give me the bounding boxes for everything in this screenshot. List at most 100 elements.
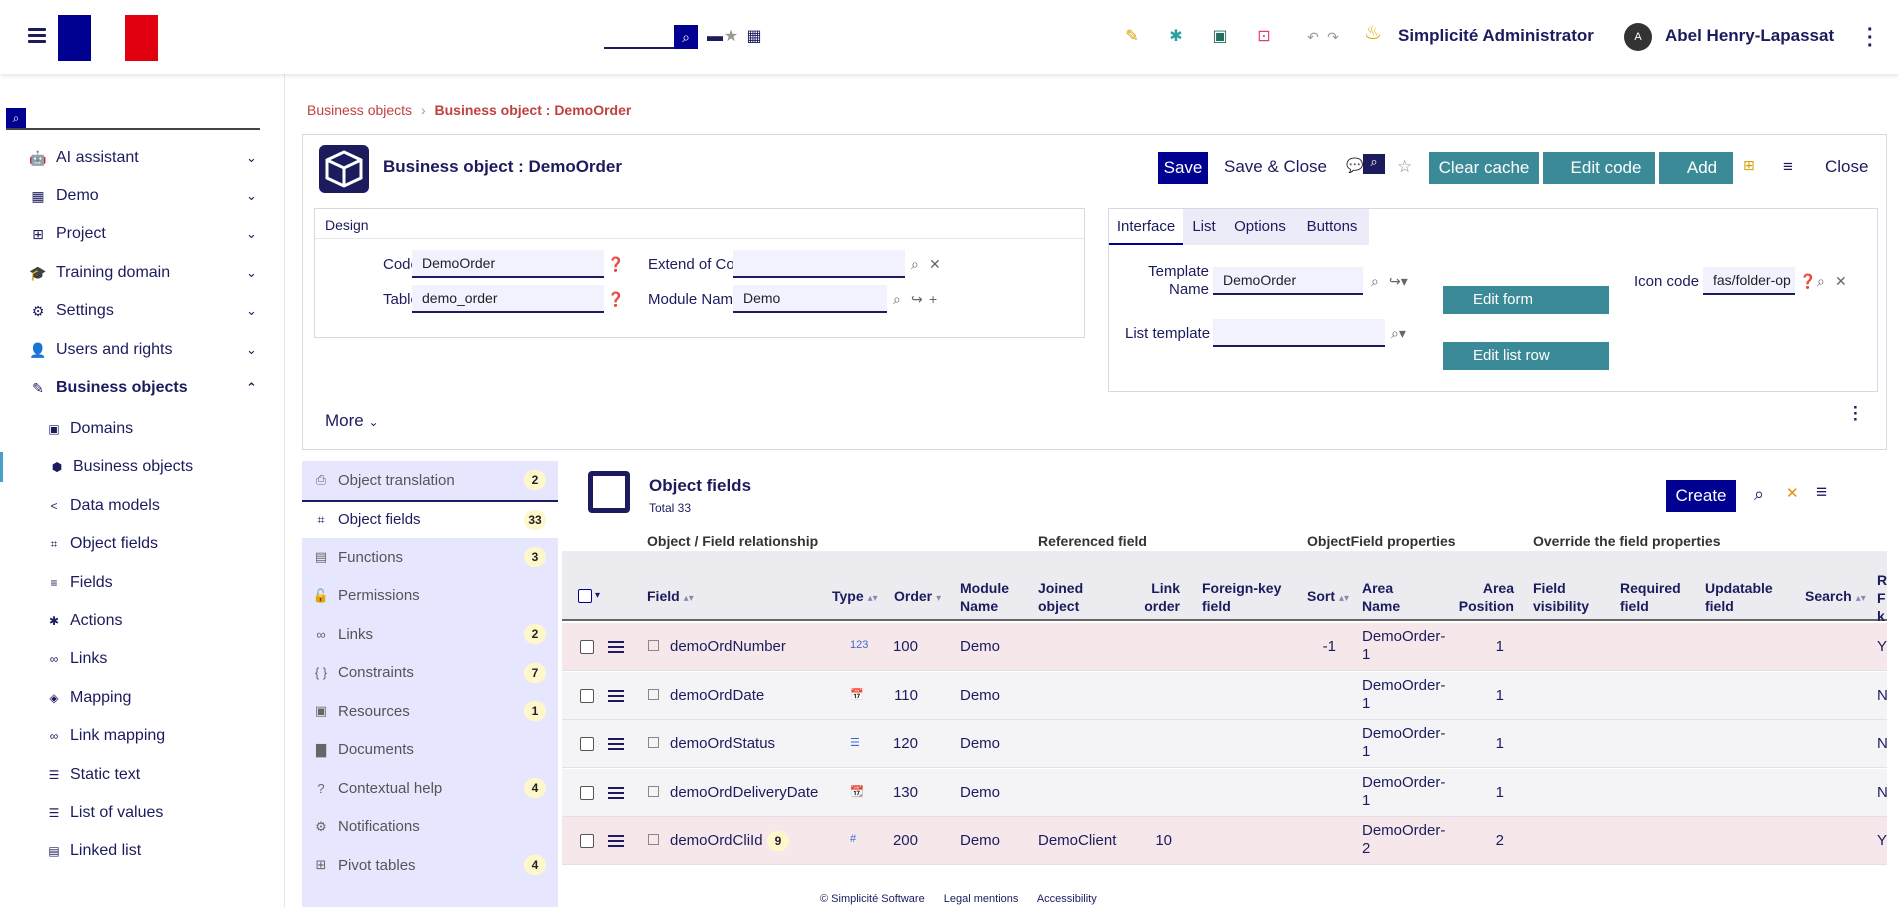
sidebar-item[interactable]: ▦ Demo ⌄ (0, 180, 285, 212)
save-close-button[interactable]: Save & Close (1224, 157, 1327, 177)
more-vertical-icon[interactable]: · · · (1853, 399, 1859, 428)
area-name-value[interactable]: DemoOrder- 1 (1362, 677, 1445, 713)
republic-logo[interactable] (58, 15, 158, 61)
sidebar-item[interactable]: 🤖 AI assistant ⌄ (0, 142, 285, 174)
field-name[interactable]: demoOrdCliId (670, 832, 763, 849)
sidebar-search-input[interactable]: ⌕ (6, 108, 260, 130)
row-menu-icon[interactable] (608, 835, 624, 850)
sidebar-item[interactable]: 👤 Users and rights ⌄ (0, 334, 285, 366)
hamburger-menu-icon[interactable] (28, 28, 46, 44)
search-icon[interactable]: ⌕ (1371, 273, 1379, 290)
sidebar-subitem[interactable]: ⌗ Object fields (0, 529, 285, 559)
col-area-position[interactable]: Area Position (1458, 579, 1514, 615)
breadcrumb-parent[interactable]: Business objects (307, 102, 412, 118)
panel-item[interactable]: ▇ Documents (302, 731, 558, 769)
search-icon[interactable]: ⌕ (1363, 154, 1385, 174)
module-value[interactable]: Demo (960, 638, 1000, 655)
field-name[interactable]: demoOrdStatus (670, 735, 775, 752)
chevron-down-icon[interactable]: ⌄ (246, 188, 257, 204)
col-order[interactable]: Order ▾ (894, 587, 941, 608)
chevron-down-icon[interactable]: ⌄ (246, 303, 257, 319)
panel-item[interactable]: ∞ Links 2 (302, 615, 558, 653)
chevron-up-icon[interactable]: ⌃ (246, 380, 257, 396)
chevron-down-icon[interactable]: ⌄ (246, 150, 257, 166)
share-icon[interactable]: ↪▾ (1389, 273, 1408, 290)
area-name-value[interactable]: DemoOrder- 2 (1362, 822, 1445, 858)
create-button[interactable]: Create (1666, 480, 1736, 512)
extend-field[interactable] (733, 250, 905, 278)
code-field[interactable]: DemoOrder (412, 250, 604, 278)
col-joined-object[interactable]: Joined object (1038, 579, 1118, 615)
user-name[interactable]: Abel Henry-Lapassat (1665, 26, 1834, 46)
close-icon[interactable]: ✕ (929, 256, 941, 273)
search-icon[interactable]: ⌕ (893, 291, 901, 308)
search-icon[interactable]: ⌕▾ (1391, 325, 1406, 342)
sidebar-item[interactable]: ✎ Business objects ⌃ (0, 372, 285, 404)
panel-item[interactable]: ⎙ Object translation 2 (302, 461, 558, 499)
clear-cache-button[interactable]: Clear cache (1429, 152, 1539, 184)
sidebar-subitem[interactable]: ⬢ Business objects (0, 452, 285, 483)
col-area-name[interactable]: Area Name (1362, 579, 1422, 615)
row-menu-icon[interactable] (608, 738, 624, 753)
col-sort[interactable]: Sort ▴▾ (1307, 587, 1349, 608)
modules-icon[interactable]: ✱ (1166, 27, 1186, 47)
share-icon[interactable]: ↪ (911, 291, 923, 308)
panel-item[interactable]: ▣ Resources 1 (302, 692, 558, 730)
col-link-order[interactable]: Link order (1142, 579, 1180, 615)
field-name[interactable]: demoOrdDate (670, 687, 764, 704)
sidebar-subitem[interactable]: ∞ Links (0, 644, 285, 674)
help-icon[interactable]: ❓ (607, 256, 624, 273)
sidebar-subitem[interactable]: ∞ Link mapping (0, 721, 285, 751)
tab-list[interactable]: List (1183, 209, 1225, 245)
header-search-input[interactable] (604, 25, 674, 49)
select-menu-icon[interactable]: ▾ (595, 587, 600, 605)
tab-buttons[interactable]: Buttons (1295, 209, 1369, 245)
table-field[interactable]: demo_order (412, 285, 604, 313)
panel-item[interactable]: 🔓 Permissions (302, 577, 558, 615)
expand-checkbox[interactable] (648, 737, 659, 749)
sidebar-subitem[interactable]: ✱ Actions (0, 606, 285, 636)
sidebar-item[interactable]: ⊞ Project ⌄ (0, 218, 285, 250)
sidebar-subitem[interactable]: ☰ Static text (0, 760, 285, 790)
row-checkbox[interactable] (580, 785, 594, 800)
sidebar-subitem[interactable]: < Data models (0, 491, 285, 521)
col-fk-field[interactable]: Foreign-key field (1202, 579, 1297, 615)
row-menu-icon[interactable] (608, 641, 624, 656)
col-field-visibility[interactable]: Field visibility (1533, 579, 1599, 615)
field-name[interactable]: demoOrdNumber (670, 638, 786, 655)
area-name-value[interactable]: DemoOrder- 1 (1362, 725, 1445, 761)
redo-icon[interactable]: ↷ (1323, 27, 1343, 47)
sidebar-subitem[interactable]: ☰ List of values (0, 798, 285, 828)
avatar[interactable]: A (1624, 23, 1652, 51)
field-name[interactable]: demoOrdDeliveryDate (670, 784, 818, 801)
star-icon[interactable]: ★ (721, 27, 741, 47)
sidebar-subitem[interactable]: ▣ Domains (0, 414, 285, 444)
menu-icon[interactable]: ≡ (1816, 482, 1827, 504)
search-icon[interactable]: ⌕ (1817, 273, 1825, 290)
panel-item[interactable]: { } Constraints 7 (302, 654, 558, 692)
search-icon[interactable]: ⌕ (674, 25, 698, 49)
module-value[interactable]: Demo (960, 832, 1000, 849)
module-value[interactable]: Demo (960, 784, 1000, 801)
search-tool-icon[interactable]: ✎ (1122, 27, 1142, 47)
list-template-field[interactable] (1213, 319, 1385, 347)
panel-item[interactable]: ? Contextual help 4 (302, 769, 558, 807)
more-vertical-icon[interactable]: · · · (1867, 20, 1874, 56)
tab-options[interactable]: Options (1225, 209, 1295, 245)
table-row[interactable]: demoOrdNumber 123 100 Demo -1 DemoOrder- 1 1 Y (562, 623, 1887, 671)
chevron-down-icon[interactable]: ⌄ (246, 265, 257, 281)
plus-icon[interactable]: + (929, 291, 937, 307)
row-checkbox[interactable] (580, 834, 594, 849)
chevron-down-icon[interactable]: ⌄ (246, 226, 257, 242)
col-module-name[interactable]: Module Name (960, 579, 1030, 615)
expand-checkbox[interactable] (648, 640, 659, 651)
search-icon[interactable]: ⌕ (911, 256, 919, 273)
col-updatable-field[interactable]: Updatable field (1705, 579, 1775, 615)
edit-code-button[interactable]: Edit code (1543, 152, 1655, 184)
comment-icon[interactable]: 💬 (1346, 157, 1363, 174)
add-button[interactable]: Add (1659, 152, 1733, 184)
row-menu-icon[interactable] (608, 786, 624, 802)
edit-form-button[interactable]: Edit form (1443, 286, 1609, 314)
legal-link[interactable]: Legal mentions (944, 893, 1019, 905)
panel-item[interactable]: ⌗ Object fields 33 (302, 499, 558, 538)
